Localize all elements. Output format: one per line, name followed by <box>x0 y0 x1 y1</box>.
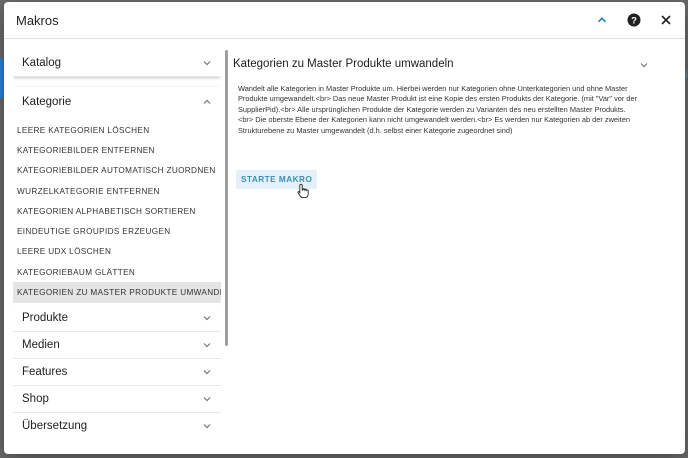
svg-text:?: ? <box>631 15 637 26</box>
accordion-header-features[interactable]: Features <box>13 358 221 386</box>
chevron-down-icon <box>203 342 211 348</box>
dialog-title: Makros <box>16 12 59 28</box>
accordion-header-medien[interactable]: Medien <box>13 331 221 359</box>
help-icon[interactable]: ? <box>625 11 643 29</box>
accordion-header-katalog[interactable]: Katalog <box>13 50 221 77</box>
accordion-header-uebersetzung[interactable]: Übersetzung <box>13 412 221 436</box>
accordion-label: Medien <box>22 338 60 351</box>
accordion-label: Produkte <box>22 311 69 324</box>
accordion-label: Kategorie <box>22 96 72 108</box>
hand-pointer-icon <box>297 183 309 199</box>
macro-item[interactable]: LEERE KATEGORIEN LÖSCHEN <box>13 120 221 140</box>
macro-item[interactable]: KATEGORIEBAUM GLÄTTEN <box>13 262 221 282</box>
accordion-label: Katalog <box>22 57 62 69</box>
chevron-down-icon <box>203 396 211 402</box>
accordion-header-produkte[interactable]: Produkte <box>13 304 221 332</box>
accordion-kategorie: Kategorie LEERE KATEGORIEN LÖSCHEN KATEG… <box>13 87 221 305</box>
chevron-down-icon <box>203 61 211 66</box>
close-icon[interactable] <box>657 11 675 29</box>
macro-item[interactable]: LEERE UDX LÖSCHEN <box>13 242 221 262</box>
macro-item-selected[interactable]: KATEGORIEN ZU MASTER PRODUKTE UMWANDELN <box>13 282 221 303</box>
accordion-label: Übersetzung <box>22 419 88 432</box>
kategorie-macro-list: LEERE KATEGORIEN LÖSCHEN KATEGORIEBILDER… <box>13 117 221 305</box>
chevron-up-icon[interactable] <box>593 11 611 29</box>
chevron-down-icon <box>203 369 211 375</box>
titlebar-divider <box>4 38 685 39</box>
dialog-actions: ? <box>593 11 675 29</box>
macro-description: Wandelt alle Kategorien in Master Produk… <box>238 84 638 135</box>
macro-item[interactable]: KATEGORIEN ALPHABETISCH SORTIEREN <box>13 201 221 221</box>
accordion-header-kategorie[interactable]: Kategorie <box>13 87 221 117</box>
macro-item[interactable]: KATEGORIEBILDER AUTOMATISCH ZUORDNEN <box>13 161 221 181</box>
macro-detail-title: Kategorien zu Master Produkte umwandeln <box>233 58 454 70</box>
accordion-label: Shop <box>22 392 49 405</box>
accordion-header-shop[interactable]: Shop <box>13 385 221 413</box>
macro-item[interactable]: EINDEUTIGE GROUPIDS ERZEUGEN <box>13 221 221 241</box>
accordion-label: Features <box>22 365 68 378</box>
macro-detail-header[interactable]: Kategorien zu Master Produkte umwandeln <box>233 52 653 76</box>
macro-item[interactable]: KATEGORIEBILDER ENTFERNEN <box>13 140 221 160</box>
accordion-scrollbar[interactable] <box>225 50 228 346</box>
background-accent <box>0 58 3 98</box>
chevron-down-icon <box>203 315 211 321</box>
chevron-up-icon <box>203 99 211 104</box>
accordion-katalog[interactable]: Katalog <box>13 50 221 77</box>
chevron-down-icon <box>640 63 648 68</box>
dialog-titlebar: Makros <box>4 2 685 38</box>
macro-category-accordion: Katalog Kategorie LEERE KATEGORIEN LÖSCH… <box>13 50 221 436</box>
macro-item[interactable]: WURZELKATEGORIE ENTFERNEN <box>13 181 221 201</box>
chevron-down-icon <box>203 423 211 429</box>
